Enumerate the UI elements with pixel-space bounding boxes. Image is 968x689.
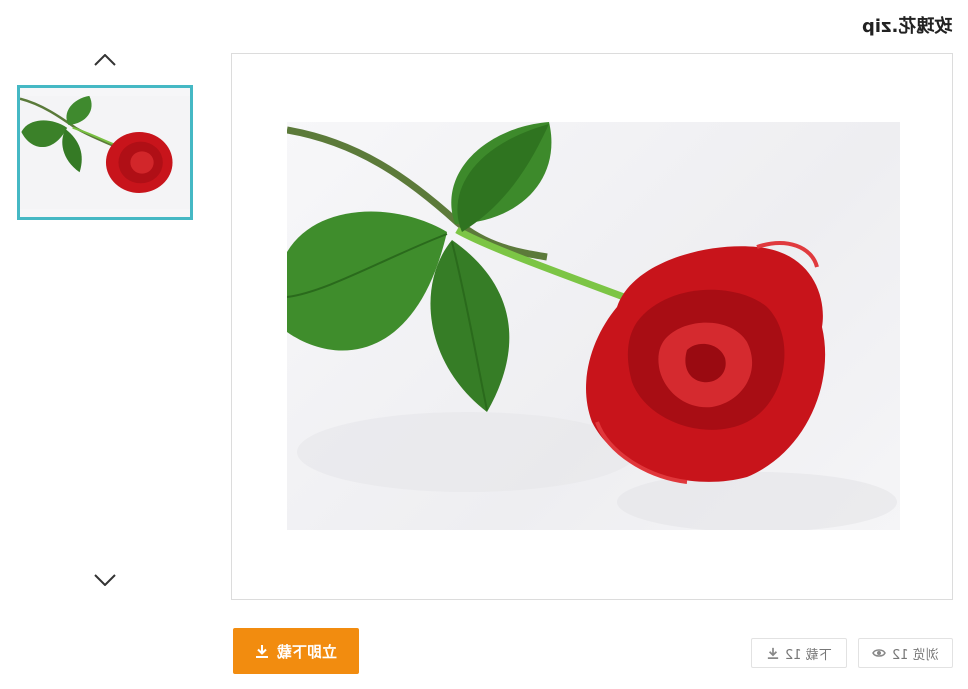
download-now-label: 立即下载 — [276, 642, 337, 661]
rose-thumbnail-image — [20, 95, 190, 210]
thumbnail-prev-button[interactable] — [93, 52, 117, 68]
download-now-button[interactable]: 立即下载 — [233, 628, 359, 674]
page-title: 玫瑰花.zip — [861, 16, 952, 37]
downloads-count-badge: 下载 12 — [751, 638, 847, 668]
chevron-up-icon — [94, 54, 116, 66]
views-count-badge: 浏览 12 — [858, 638, 953, 668]
rose-illustration — [287, 122, 897, 530]
image-preview-frame — [231, 53, 953, 600]
thumbnail-item[interactable] — [17, 85, 193, 220]
thumbnail-next-button[interactable] — [93, 572, 117, 588]
download-icon — [255, 645, 268, 658]
downloads-count-label: 下载 12 — [784, 647, 832, 663]
views-count-label: 浏览 12 — [892, 647, 939, 663]
download-icon — [767, 647, 778, 659]
eye-icon — [872, 649, 886, 657]
rose-preview-image — [287, 122, 900, 530]
chevron-down-icon — [94, 574, 116, 586]
